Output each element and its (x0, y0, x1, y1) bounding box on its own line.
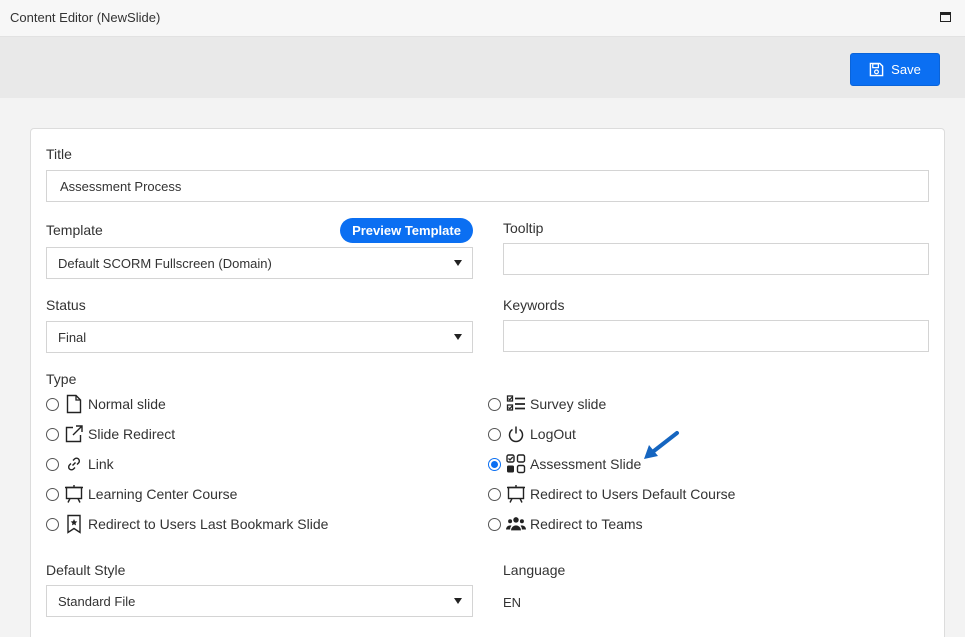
power-icon (506, 424, 526, 444)
tooltip-label: Tooltip (503, 220, 544, 236)
type-option-learning-center-course[interactable]: Learning Center Course (46, 484, 237, 504)
file-icon (64, 394, 84, 414)
save-button-label: Save (891, 62, 921, 77)
keywords-input[interactable] (503, 320, 929, 352)
checklist-icon (506, 394, 526, 414)
preview-template-button[interactable]: Preview Template (340, 218, 473, 243)
type-option-slide-redirect[interactable]: Slide Redirect (46, 424, 175, 444)
default-style-select-value: Standard File (58, 593, 136, 609)
radio-slide-redirect[interactable] (46, 427, 59, 441)
dropdown-arrow-icon (454, 260, 462, 266)
type-option-label: Normal slide (88, 396, 166, 412)
default-style-select[interactable]: Standard File (46, 585, 473, 617)
type-option-bookmark-slide[interactable]: Redirect to Users Last Bookmark Slide (46, 514, 328, 534)
status-select[interactable]: Final (46, 321, 473, 353)
preview-template-label: Preview Template (352, 223, 461, 238)
type-option-label: Learning Center Course (88, 486, 238, 502)
dropdown-arrow-icon (454, 334, 462, 340)
title-input-value: Assessment Process (60, 178, 182, 194)
floppy-disk-icon (869, 62, 884, 77)
maximize-icon[interactable] (940, 12, 951, 22)
window-titlebar: Content Editor (NewSlide) (0, 0, 965, 37)
radio-redirect-teams[interactable] (488, 517, 501, 531)
dropdown-arrow-icon (454, 598, 462, 604)
radio-learning-center-course[interactable] (46, 487, 59, 501)
language-value: EN (503, 595, 522, 610)
type-label: Type (46, 371, 77, 387)
type-option-logout[interactable]: LogOut (488, 424, 576, 444)
template-select[interactable]: Default SCORM Fullscreen (Domain) (46, 247, 473, 279)
save-button[interactable]: Save (850, 53, 940, 86)
easel-icon (64, 484, 84, 504)
link-icon (64, 454, 84, 474)
type-option-label: Redirect to Teams (530, 516, 643, 532)
form-card (30, 128, 945, 637)
radio-assessment-slide[interactable] (488, 457, 501, 471)
default-style-label: Default Style (46, 562, 126, 578)
easel-icon (506, 484, 526, 504)
type-option-label: Assessment Slide (530, 456, 642, 472)
type-option-label: Slide Redirect (88, 426, 176, 442)
type-option-label: Redirect to Users Default Course (530, 486, 736, 502)
type-option-default-course[interactable]: Redirect to Users Default Course (488, 484, 735, 504)
radio-normal-slide[interactable] (46, 397, 59, 411)
annotation-arrow-icon (644, 431, 679, 459)
users-icon (506, 514, 526, 534)
title-label: Title (46, 146, 72, 162)
keywords-label: Keywords (503, 297, 565, 313)
radio-default-course[interactable] (488, 487, 501, 501)
template-select-value: Default SCORM Fullscreen (Domain) (58, 255, 272, 271)
window-title: Content Editor (NewSlide) (10, 10, 161, 25)
type-option-label: Redirect to Users Last Bookmark Slide (88, 516, 329, 532)
template-label: Template (46, 222, 103, 238)
type-option-label: Link (88, 456, 114, 472)
type-option-assessment-slide[interactable]: Assessment Slide (488, 454, 641, 474)
type-option-label: LogOut (530, 426, 576, 442)
radio-logout[interactable] (488, 427, 501, 441)
type-option-label: Survey slide (530, 396, 607, 412)
type-option-link[interactable]: Link (46, 454, 114, 474)
radio-link[interactable] (46, 457, 59, 471)
external-link-icon (64, 424, 84, 444)
type-option-redirect-teams[interactable]: Redirect to Teams (488, 514, 643, 534)
type-option-normal-slide[interactable]: Normal slide (46, 394, 166, 414)
status-select-value: Final (58, 329, 87, 345)
radio-survey-slide[interactable] (488, 397, 501, 411)
type-option-survey-slide[interactable]: Survey slide (488, 394, 606, 414)
tooltip-input[interactable] (503, 243, 929, 275)
assessment-grid-icon (506, 454, 526, 474)
toolbar: Save (0, 37, 965, 98)
bookmark-star-icon (64, 514, 84, 534)
radio-bookmark-slide[interactable] (46, 517, 59, 531)
title-input[interactable]: Assessment Process (46, 170, 929, 202)
status-label: Status (46, 297, 86, 313)
language-label: Language (503, 562, 566, 578)
